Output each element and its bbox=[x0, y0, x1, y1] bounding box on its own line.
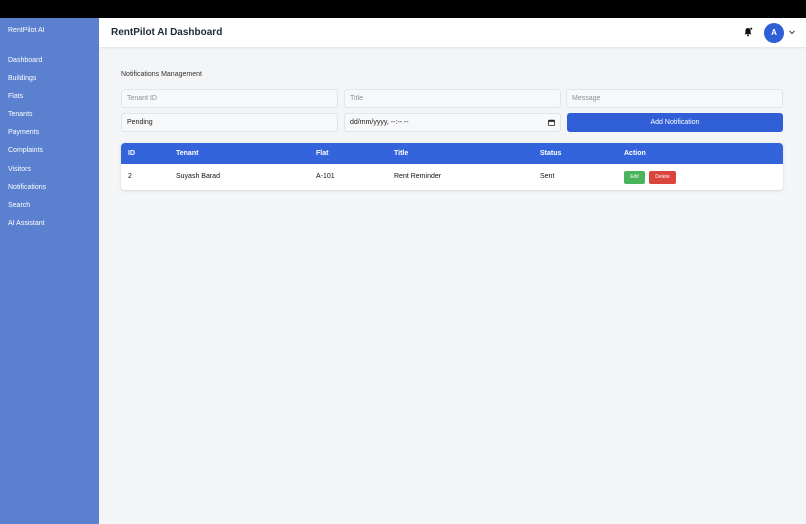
cell-id: 2 bbox=[128, 173, 132, 180]
sidebar-item-search[interactable]: Search bbox=[0, 197, 99, 215]
sidebar: RentPilot AI Dashboard Buildings Flats T… bbox=[0, 18, 99, 524]
col-flat: Flat bbox=[316, 150, 329, 157]
sidebar-item-payments[interactable]: Payments bbox=[0, 124, 99, 142]
avatar[interactable]: A bbox=[764, 23, 784, 43]
col-tenant: Tenant bbox=[176, 150, 199, 157]
datetime-value: dd/mm/yyyy, --:-- -- bbox=[350, 119, 409, 126]
sidebar-item-ai-assistant[interactable]: AI Assistant bbox=[0, 215, 99, 233]
sidebar-item-flats[interactable]: Flats bbox=[0, 88, 99, 106]
section-title: Notifications Management bbox=[121, 71, 202, 78]
status-select[interactable]: Pending bbox=[121, 113, 338, 132]
col-action: Action bbox=[624, 150, 646, 157]
delete-button[interactable]: Delete bbox=[649, 171, 676, 184]
cell-title: Rent Reminder bbox=[394, 173, 442, 180]
sidebar-item-visitors[interactable]: Visitors bbox=[0, 161, 99, 179]
datetime-input[interactable]: dd/mm/yyyy, --:-- -- bbox=[344, 113, 561, 132]
cell-status: Sent bbox=[540, 173, 555, 180]
chevron-down-icon[interactable] bbox=[788, 28, 796, 36]
sidebar-item-notifications[interactable]: Notifications bbox=[0, 179, 99, 197]
message-input[interactable]: Message bbox=[566, 89, 783, 108]
col-status: Status bbox=[540, 150, 562, 157]
tenant-id-input[interactable]: Tenant ID bbox=[121, 89, 338, 108]
col-title: Title bbox=[394, 150, 409, 157]
header: RentPilot AI Dashboard A bbox=[99, 18, 806, 47]
title-input[interactable]: Title bbox=[344, 89, 561, 108]
sidebar-item-tenants[interactable]: Tenants bbox=[0, 106, 99, 124]
edit-button[interactable]: Edit bbox=[624, 171, 645, 184]
top-black-bar bbox=[0, 0, 806, 18]
page-title: RentPilot AI Dashboard bbox=[111, 27, 223, 38]
cell-flat: A-101 bbox=[316, 173, 335, 180]
brand-name: RentPilot AI bbox=[8, 27, 45, 34]
table-header: ID Tenant Flat Title Status Action bbox=[121, 143, 783, 164]
sidebar-item-complaints[interactable]: Complaints bbox=[0, 142, 99, 160]
bell-icon[interactable] bbox=[743, 27, 753, 37]
calendar-icon[interactable] bbox=[548, 119, 555, 126]
col-id: ID bbox=[128, 150, 135, 157]
table-row: 2 Suyash Barad A-101 Rent Reminder Sent … bbox=[121, 164, 783, 190]
cell-tenant: Suyash Barad bbox=[176, 173, 220, 180]
notifications-table: ID Tenant Flat Title Status Action 2 Suy… bbox=[121, 143, 783, 190]
sidebar-item-dashboard[interactable]: Dashboard bbox=[0, 52, 99, 70]
sidebar-nav: Dashboard Buildings Flats Tenants Paymen… bbox=[0, 52, 99, 233]
sidebar-item-buildings[interactable]: Buildings bbox=[0, 70, 99, 88]
add-notification-button[interactable]: Add Notification bbox=[567, 113, 783, 132]
